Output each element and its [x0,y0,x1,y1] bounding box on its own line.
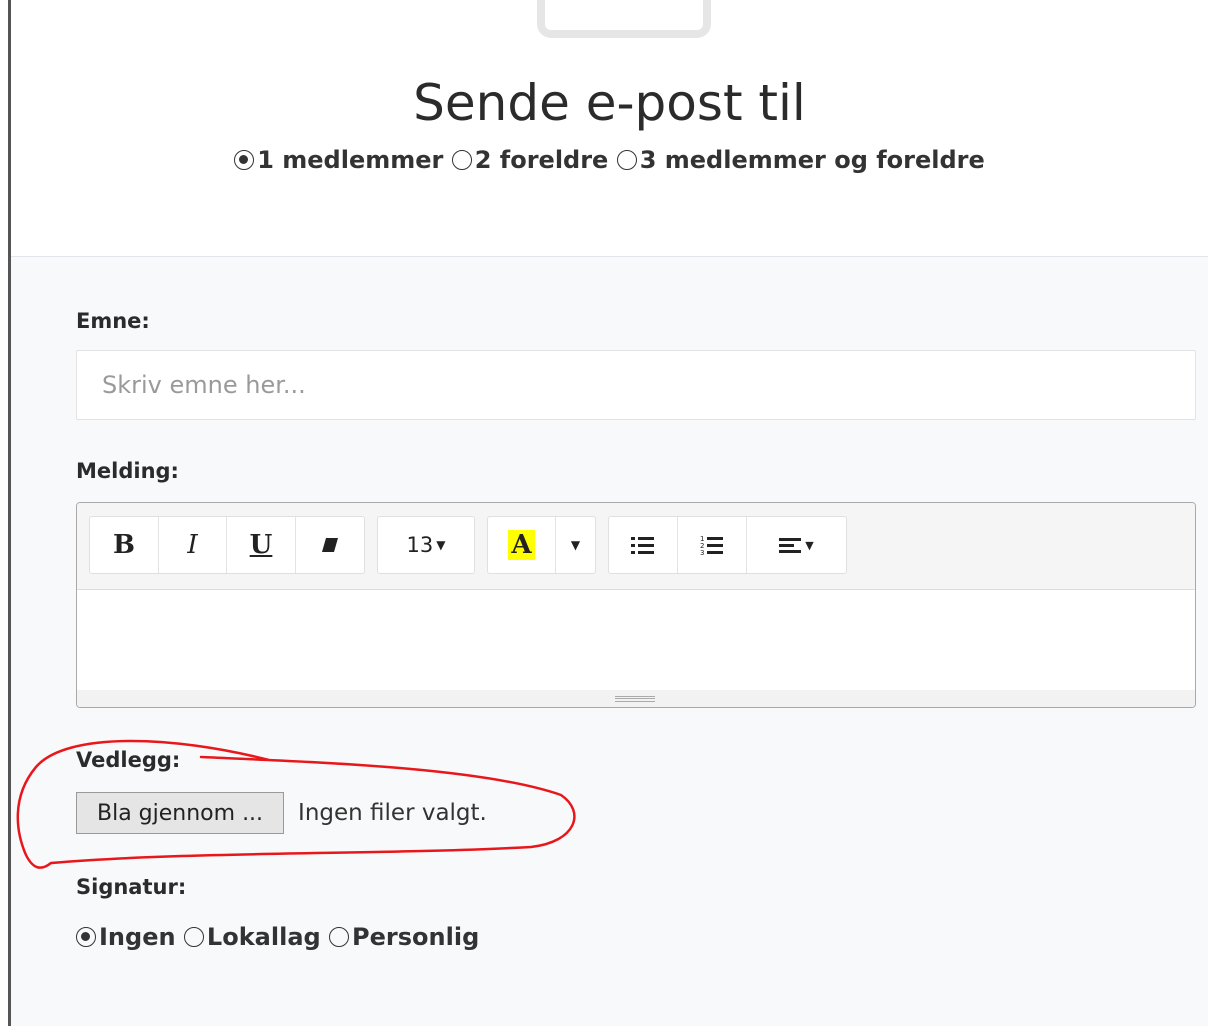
editor-resize-handle[interactable] [77,690,1195,707]
recipient-option-members-and-parents[interactable]: 3 medlemmer og foreldre [616,146,985,174]
font-size-dropdown[interactable]: 13 ▼ [378,517,474,573]
recipient-radio-group: 1 medlemmer 2 foreldre 3 medlemmer og fo… [11,146,1208,174]
text-color-button[interactable]: A [488,517,556,573]
email-form: Emne: Melding: B I U 13▼ [11,257,1208,1026]
style-button-group: B I U [89,516,365,574]
signature-label-local: Lokallag [206,923,321,951]
header-decoration [537,0,711,38]
clear-format-button[interactable] [296,517,364,573]
align-dropdown-button[interactable]: ▼ [747,517,846,573]
bold-button[interactable]: B [90,517,159,573]
signature-radio-group: Ingen Lokallag Personlig [76,923,479,951]
underline-button[interactable]: U [227,517,296,573]
signature-label: Signatur: [76,875,187,899]
font-size-group: 13 ▼ [377,516,475,574]
svg-text:3: 3 [700,549,704,556]
recipient-radio-parents[interactable] [451,150,472,170]
signature-option-none[interactable]: Ingen [76,923,176,951]
resize-grip-icon [615,696,655,702]
align-left-icon [779,538,802,553]
page-title: Sende e-post til [413,74,806,132]
chevron-down-icon: ▼ [436,538,446,552]
numbered-list-button[interactable]: 1 2 3 [678,517,747,573]
bullet-list-button[interactable] [609,517,678,573]
signature-radio-local[interactable] [183,927,204,947]
italic-button[interactable]: I [159,517,227,573]
message-editor: B I U 13 ▼ A ▼ 1 2 3 ▼ [76,502,1196,708]
subject-input[interactable] [76,350,1196,420]
font-size-value: 13 [406,533,434,557]
recipient-option-members[interactable]: 1 medlemmer [234,146,443,174]
signature-option-personal[interactable]: Personlig [329,923,479,951]
header-section: Sende e-post til 1 medlemmer 2 foreldre … [11,0,1208,257]
attachment-label: Vedlegg: [76,748,181,772]
page: Sende e-post til 1 medlemmer 2 foreldre … [0,0,1208,1026]
browse-button[interactable]: Bla gjennom ... [76,792,285,834]
recipient-radio-members-and-parents[interactable] [616,150,637,170]
editor-toolbar: B I U 13 ▼ A ▼ 1 2 3 ▼ [77,503,1195,590]
message-body[interactable] [77,590,1195,690]
message-label: Melding: [76,459,179,483]
recipient-label-members-and-parents: 3 medlemmer og foreldre [639,146,985,174]
signature-label-none: Ingen [99,923,176,951]
signature-option-local[interactable]: Lokallag [183,923,321,951]
subject-label: Emne: [76,309,150,333]
chevron-down-icon: ▼ [805,538,814,552]
recipient-radio-members[interactable] [234,150,255,170]
chevron-down-icon: ▼ [570,538,581,552]
numbered-list-icon: 1 2 3 [700,535,723,556]
recipient-option-parents[interactable]: 2 foreldre [451,146,609,174]
recipient-label-members: 1 medlemmer [257,146,444,174]
signature-radio-personal[interactable] [329,927,350,947]
bullet-list-icon [631,537,654,554]
color-button-group: A ▼ [487,516,596,574]
recipient-label-parents: 2 foreldre [474,146,609,174]
signature-label-personal: Personlig [352,923,480,951]
signature-radio-none[interactable] [76,927,96,947]
text-color-dropdown[interactable]: ▼ [556,517,595,573]
paragraph-button-group: 1 2 3 ▼ [608,516,847,574]
text-color-icon: A [508,530,535,560]
eraser-icon [322,538,338,552]
file-input: Bla gjennom ... Ingen filer valgt. [76,792,487,834]
file-status: Ingen filer valgt. [298,800,487,826]
